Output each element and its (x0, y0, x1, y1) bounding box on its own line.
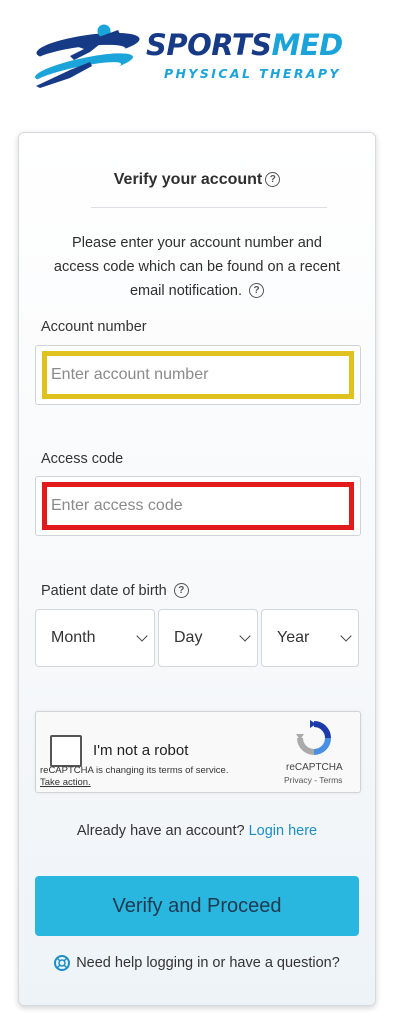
verify-and-proceed-button[interactable]: Verify and Proceed (35, 876, 359, 936)
help-icon[interactable]: ? (265, 172, 281, 187)
access-code-label: Access code (41, 451, 124, 467)
month-value: Month (51, 629, 96, 646)
help-link[interactable]: Need help logging in or have a question? (19, 955, 375, 971)
login-prompt: Already have an account? Login here (76, 823, 318, 839)
intro-text: Please enter your account number and acc… (53, 235, 341, 299)
recaptcha-label: I'm not a robot (93, 742, 189, 759)
brand-name: SPORTSMED (146, 28, 343, 62)
year-select[interactable]: Year (261, 609, 359, 667)
year-value: Year (277, 629, 310, 646)
day-select[interactable]: Day (158, 609, 258, 667)
recaptcha-logo-icon (296, 720, 331, 755)
recaptcha-privacy-terms[interactable]: Privacy - Terms (284, 775, 342, 785)
access-code-field-wrapper (35, 476, 361, 536)
chevron-down-icon (340, 630, 352, 642)
recaptcha-notice: reCAPTCHA is changing its terms of servi… (40, 765, 229, 789)
chevron-down-icon (136, 630, 148, 642)
help-icon[interactable]: ? (173, 583, 189, 598)
take-action-link[interactable]: Take action. (40, 777, 228, 789)
account-number-label: Account number (41, 319, 147, 335)
card-title: Verify your account? (19, 171, 375, 189)
account-number-field-wrapper (35, 345, 361, 405)
account-number-input[interactable] (47, 366, 349, 384)
divider (91, 207, 327, 208)
account-number-highlight (42, 351, 354, 399)
help-text: Need help logging in or have a question? (76, 955, 340, 971)
access-code-input[interactable] (47, 497, 349, 515)
brand-tagline: PHYSICAL THERAPY (164, 66, 341, 81)
help-icon[interactable]: ? (249, 283, 265, 298)
recaptcha-widget: I'm not a robot reCAPTCHA is changing it… (35, 711, 361, 793)
recaptcha-checkbox[interactable] (50, 735, 82, 767)
chevron-down-icon (239, 630, 251, 642)
recaptcha-brand: reCAPTCHA (286, 762, 343, 773)
access-code-highlight (42, 482, 354, 530)
day-value: Day (174, 629, 203, 646)
runner-logo-icon (34, 24, 140, 88)
verify-card: Verify your account? Please enter your a… (18, 132, 376, 1006)
sportsmed-logo: SPORTSMED PHYSICAL THERAPY (30, 22, 370, 88)
month-select[interactable]: Month (35, 609, 155, 667)
dob-label: Patient date of birth ? (41, 583, 189, 599)
lifebuoy-icon (54, 955, 71, 971)
login-link[interactable]: Login here (249, 823, 318, 839)
